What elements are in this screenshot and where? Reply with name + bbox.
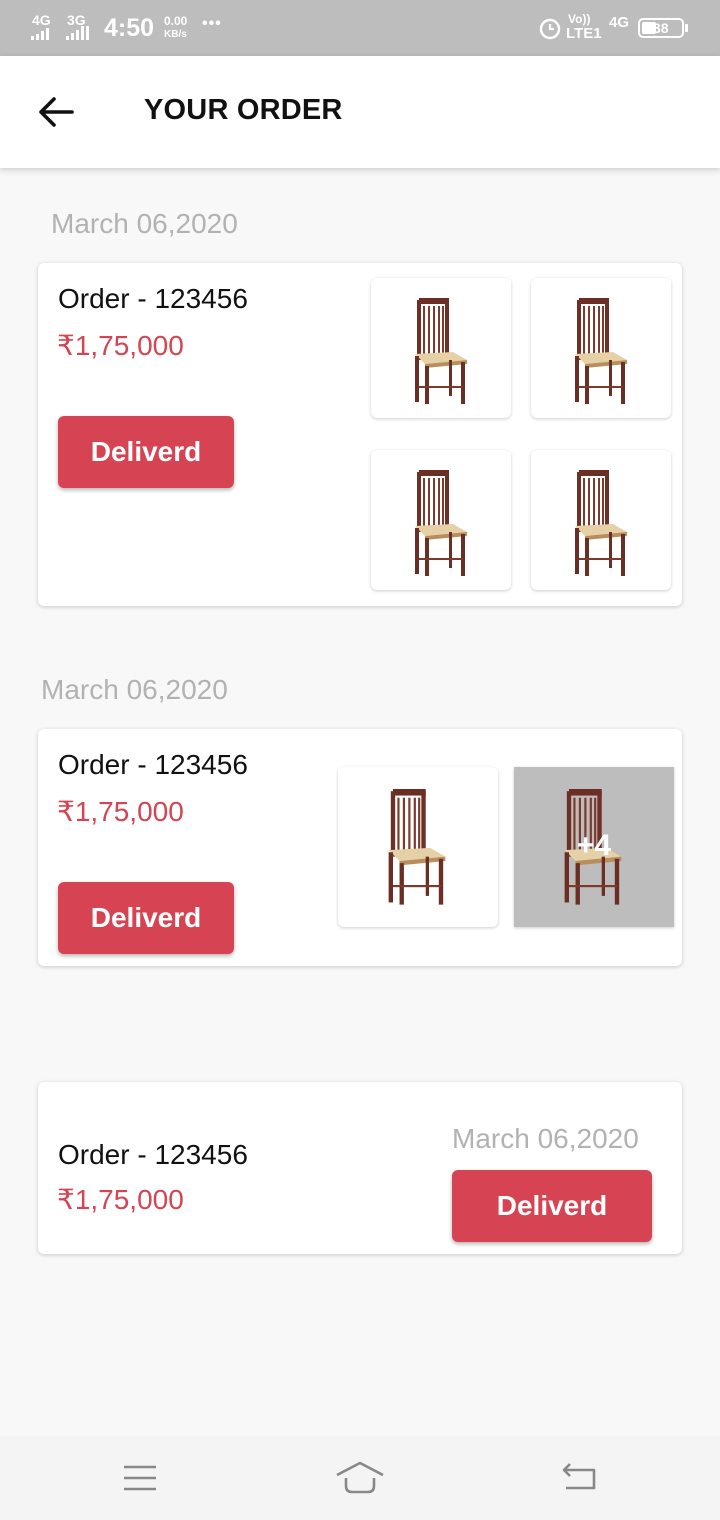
back-nav-button[interactable]: [556, 1460, 602, 1496]
net-speed-unit: KB/s: [164, 29, 187, 40]
signal-icon-1: [31, 28, 49, 40]
order-price: ₹1,75,000: [57, 330, 184, 361]
order-date: March 06,2020: [51, 208, 238, 239]
order-card[interactable]: Order - 123456 ₹1,75,000 Deliverd +4: [38, 729, 682, 966]
arrow-left-icon: [39, 97, 74, 127]
chair-icon: [575, 470, 627, 576]
network-type-3: 4G: [609, 14, 630, 31]
order-number: Order - 123456: [58, 749, 248, 780]
battery-icon: 38: [638, 18, 688, 38]
more-notifications: •••: [202, 15, 222, 32]
status-bar: 4G 3G 4:50 0.00 KB/s ••• Vo)) LTE1 4G 38: [0, 0, 720, 56]
home-icon: [336, 1461, 384, 1494]
order-number: Order - 123456: [58, 283, 248, 314]
clock: 4:50: [104, 14, 155, 42]
product-thumbnail[interactable]: [371, 278, 511, 418]
network-type-1: 4G: [32, 12, 51, 28]
more-count: +4: [576, 829, 612, 862]
menu-icon: [124, 1465, 156, 1491]
product-thumbnail[interactable]: [531, 450, 671, 590]
system-nav-bar: [0, 1436, 720, 1520]
status-button[interactable]: Deliverd: [58, 882, 234, 954]
signal-icon-2: [66, 26, 89, 40]
back-button[interactable]: [30, 86, 82, 138]
product-thumbnail[interactable]: [531, 278, 671, 418]
app-bar: YOUR ORDER: [0, 56, 720, 168]
page-title: YOUR ORDER: [144, 94, 343, 126]
order-date: March 06,2020: [452, 1123, 639, 1154]
order-card[interactable]: Order - 123456 ₹1,75,000 Deliverd: [38, 263, 682, 606]
status-button[interactable]: Deliverd: [58, 416, 234, 488]
order-card[interactable]: Order - 123456 ₹1,75,000 March 06,2020 D…: [38, 1082, 682, 1254]
product-thumbnail[interactable]: [371, 450, 511, 590]
chair-icon: [575, 298, 627, 404]
battery-level: 38: [653, 20, 669, 36]
status-button[interactable]: Deliverd: [452, 1170, 652, 1242]
more-products-thumbnail[interactable]: +4: [514, 767, 674, 927]
order-price: ₹1,75,000: [57, 796, 184, 827]
lte-label: LTE1: [566, 25, 602, 42]
chair-icon: [388, 789, 446, 905]
alarm-icon: [539, 18, 561, 40]
order-date: March 06,2020: [41, 674, 228, 705]
net-speed-value: 0.00: [164, 14, 188, 28]
back-nav-icon: [562, 1463, 596, 1490]
menu-button[interactable]: [118, 1462, 162, 1494]
order-price: ₹1,75,000: [57, 1184, 184, 1215]
volte-label: Vo)): [568, 12, 591, 26]
order-number: Order - 123456: [58, 1139, 248, 1170]
chair-icon: [415, 470, 467, 576]
chair-icon: [415, 298, 467, 404]
home-button[interactable]: [334, 1458, 386, 1498]
product-thumbnail[interactable]: [338, 767, 498, 927]
